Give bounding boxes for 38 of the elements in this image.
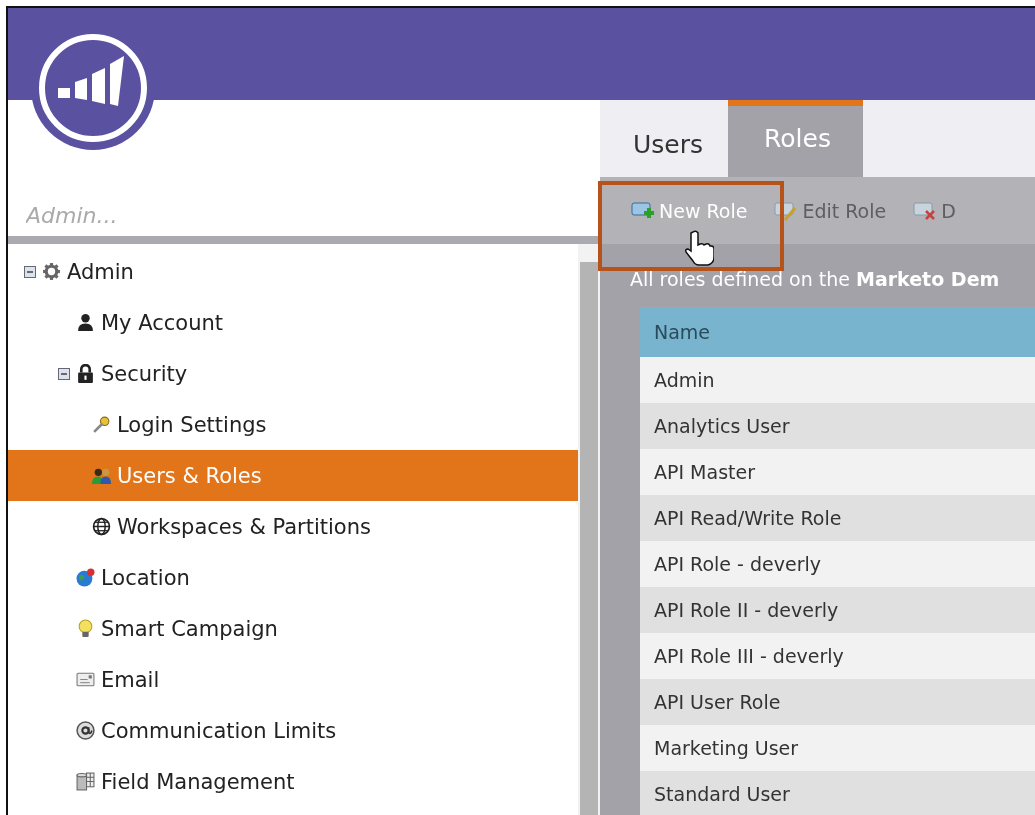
tree-item[interactable]: Security xyxy=(8,348,578,399)
person-icon xyxy=(76,313,95,332)
tree-item[interactable]: My Account xyxy=(8,297,578,348)
people-icon xyxy=(92,466,111,485)
table-row[interactable]: API Role - deverly xyxy=(640,541,1035,587)
table-row[interactable]: Analytics User xyxy=(640,403,1035,449)
tree-item[interactable]: Workspaces & Partitions xyxy=(8,501,578,552)
tab[interactable]: Users xyxy=(612,100,728,178)
envelope-icon xyxy=(76,670,95,689)
table-row[interactable]: API Role II - deverly xyxy=(640,587,1035,633)
table-row[interactable]: Admin xyxy=(640,357,1035,403)
at-sign-icon xyxy=(76,721,95,740)
globe-icon xyxy=(92,517,111,536)
gear-icon xyxy=(42,262,61,281)
table-row[interactable]: Standard User xyxy=(640,771,1035,815)
table-row[interactable]: API User Role xyxy=(640,679,1035,725)
tree-item[interactable]: Location xyxy=(8,552,578,603)
tree-item[interactable]: Login Settings xyxy=(8,399,578,450)
collapse-icon[interactable] xyxy=(58,367,70,380)
tree-item[interactable]: Email xyxy=(8,654,578,705)
table-row[interactable]: API Role III - deverly xyxy=(640,633,1035,679)
collapse-icon[interactable] xyxy=(24,265,36,278)
tree-item[interactable]: Admin xyxy=(8,246,578,297)
table-row[interactable]: API Master xyxy=(640,449,1035,495)
tree-item[interactable]: Smart Campaign xyxy=(8,603,578,654)
padlock-icon xyxy=(76,364,95,383)
hand-cursor-icon xyxy=(684,230,714,266)
column-header[interactable]: Name xyxy=(640,307,1035,357)
scrollbar[interactable] xyxy=(578,244,600,815)
table-row[interactable]: API Read/Write Role xyxy=(640,495,1035,541)
tree-item[interactable]: Communication Limits xyxy=(8,705,578,756)
tree-item[interactable]: Field Management xyxy=(8,756,578,807)
database-icon xyxy=(76,772,95,791)
table-row[interactable]: Marketing User xyxy=(640,725,1035,771)
lightbulb-icon xyxy=(76,619,95,638)
description-text: All roles defined on the Marketo Dem xyxy=(630,268,1001,290)
key-icon xyxy=(92,415,111,434)
globe-pin-icon xyxy=(76,568,95,587)
